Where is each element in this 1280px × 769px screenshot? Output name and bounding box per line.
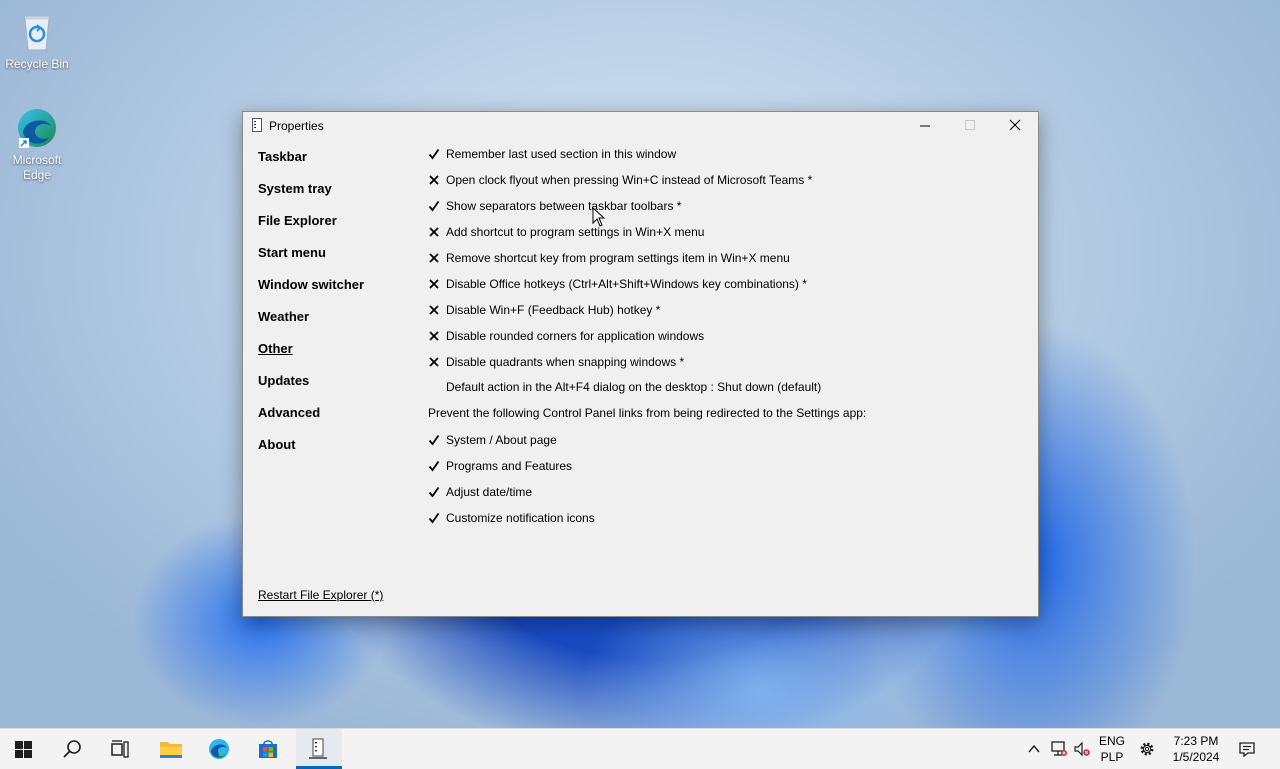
language-code: ENG <box>1098 734 1125 748</box>
alt-f4-setting[interactable]: Default action in the Alt+F4 dialog on t… <box>446 380 821 394</box>
nav-item-about[interactable]: About <box>258 437 296 452</box>
option-label: Disable quadrants when snapping windows … <box>446 355 685 369</box>
x-mark-icon <box>429 357 439 367</box>
start-icon <box>15 741 32 758</box>
checkmark-icon <box>428 200 440 212</box>
taskbar: ENG PLP 7:23 PM 1/5/2024 <box>0 728 1280 769</box>
properties-taskbar-button[interactable] <box>296 729 342 769</box>
checkmark-icon <box>428 486 440 498</box>
task-view-button[interactable] <box>98 729 142 769</box>
volume-muted-icon[interactable] <box>1073 740 1091 758</box>
x-mark-icon <box>429 253 439 263</box>
x-mark-icon <box>429 279 439 289</box>
search-button[interactable] <box>50 729 94 769</box>
option-label: Programs and Features <box>446 459 573 473</box>
control-panel-heading: Prevent the following Control Panel link… <box>428 406 867 420</box>
clock-date: 1/5/2024 <box>1172 750 1220 764</box>
start-button[interactable] <box>2 729 46 769</box>
option-label: Show separators between taskbar toolbars… <box>446 199 682 213</box>
title-bar[interactable]: Properties <box>243 112 1038 140</box>
option-label: Add shortcut to program settings in Win+… <box>446 225 705 239</box>
edge-icon <box>18 109 56 148</box>
language-indicator[interactable]: ENG PLP <box>1097 733 1127 765</box>
nav-item-updates[interactable]: Updates <box>258 373 309 388</box>
option-label: Open clock flyout when pressing Win+C in… <box>446 173 813 187</box>
checkmark-icon <box>428 434 440 446</box>
properties-app-icon <box>309 738 327 759</box>
store-icon <box>259 740 277 758</box>
x-mark-icon <box>429 175 439 185</box>
clock-time: 7:23 PM <box>1173 734 1219 748</box>
properties-window: Properties Taskbar System tray File Expl… <box>242 111 1039 617</box>
desktop-icon-label: Recycle Bin <box>5 57 69 71</box>
option-label: Remove shortcut key from program setting… <box>446 251 790 265</box>
option-label: Disable rounded corners for application … <box>446 329 705 343</box>
window-title: Properties <box>269 119 324 133</box>
file-explorer-taskbar-button[interactable] <box>148 729 192 769</box>
chevron-up-icon[interactable] <box>1027 742 1041 756</box>
file-explorer-icon <box>160 742 182 758</box>
option-label: Disable Office hotkeys (Ctrl+Alt+Shift+W… <box>446 277 807 291</box>
desktop-icon-edge[interactable]: Microsoft Edge <box>5 106 69 183</box>
minimize-icon <box>920 125 930 127</box>
nav-item-advanced[interactable]: Advanced <box>258 405 320 420</box>
x-mark-icon <box>429 227 439 237</box>
desktop-icon-label: Microsoft Edge <box>12 153 62 182</box>
nav-item-system-tray[interactable]: System tray <box>258 181 332 196</box>
maximize-icon <box>965 120 975 130</box>
close-button[interactable] <box>992 112 1038 140</box>
clock[interactable]: 7:23 PM 1/5/2024 <box>1165 733 1227 765</box>
nav-item-window-switcher[interactable]: Window switcher <box>258 277 364 292</box>
desktop-icon-recycle-bin[interactable]: Recycle Bin <box>5 10 69 72</box>
nav-item-start-menu[interactable]: Start menu <box>258 245 326 260</box>
minimize-button[interactable] <box>902 112 948 140</box>
gear-icon[interactable] <box>1138 740 1156 758</box>
search-icon <box>63 740 81 758</box>
checkmark-icon <box>428 460 440 472</box>
option-label: Remember last used section in this windo… <box>446 147 677 161</box>
store-taskbar-button[interactable] <box>246 729 290 769</box>
nav-item-taskbar[interactable]: Taskbar <box>258 149 307 164</box>
checkmark-icon <box>428 148 440 160</box>
option-label: Adjust date/time <box>446 485 533 499</box>
x-mark-icon <box>429 331 439 341</box>
recycle-bin-icon <box>24 16 50 51</box>
edge-icon <box>209 739 229 759</box>
notification-center-icon[interactable] <box>1238 740 1256 758</box>
x-mark-icon <box>429 305 439 315</box>
option-label: Customize notification icons <box>446 511 595 525</box>
nav-item-file-explorer[interactable]: File Explorer <box>258 213 337 228</box>
checkmark-icon <box>428 512 440 524</box>
edge-taskbar-button[interactable] <box>197 729 241 769</box>
maximize-button[interactable] <box>947 112 993 140</box>
keyboard-layout: PLP <box>1100 750 1124 764</box>
nav-item-weather[interactable]: Weather <box>258 309 309 324</box>
restart-file-explorer-link[interactable]: Restart File Explorer (*) <box>258 588 383 602</box>
properties-app-icon <box>252 118 262 132</box>
option-label: Disable Win+F (Feedback Hub) hotkey * <box>446 303 661 317</box>
task-view-icon <box>111 740 129 758</box>
network-icon[interactable] <box>1050 740 1068 758</box>
nav-item-other[interactable]: Other <box>258 341 293 356</box>
close-icon <box>1009 119 1021 131</box>
mouse-cursor-icon <box>592 207 606 227</box>
option-label: System / About page <box>446 433 557 447</box>
